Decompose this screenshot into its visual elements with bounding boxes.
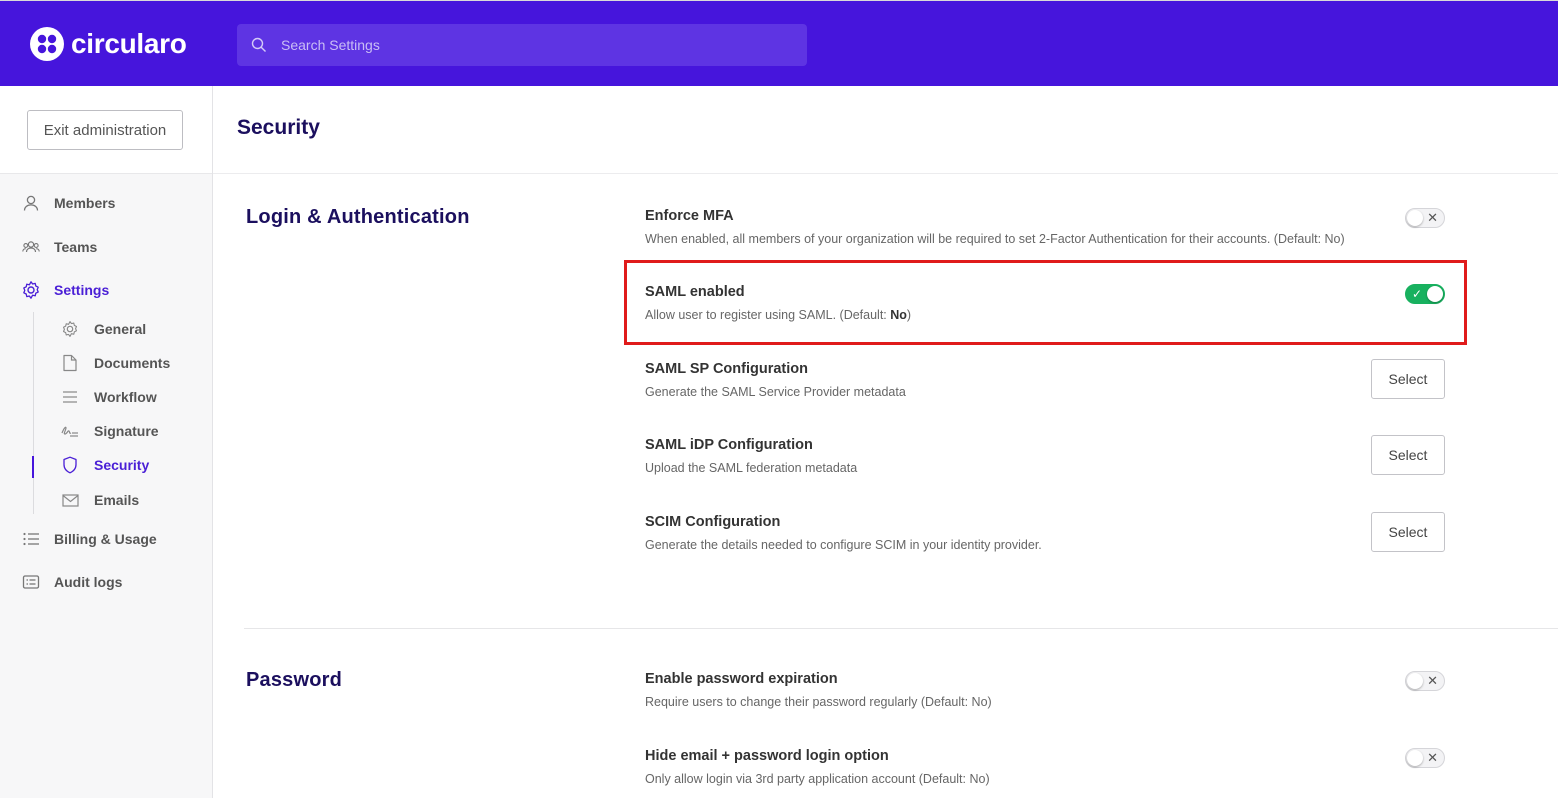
sidebar-subitem-signature[interactable]: Signature bbox=[60, 421, 159, 441]
sidebar-subitem-documents[interactable]: Documents bbox=[60, 353, 170, 373]
gear-icon bbox=[20, 279, 42, 301]
setting-label: Hide email + password login option bbox=[645, 748, 889, 764]
sidebar-item-label: Audit logs bbox=[54, 574, 123, 590]
setting-label: Enforce MFA bbox=[645, 208, 734, 224]
close-icon: ✕ bbox=[1427, 750, 1438, 765]
sidebar-item-label: Billing & Usage bbox=[54, 531, 157, 547]
setting-description: When enabled, all members of your organi… bbox=[645, 232, 1345, 246]
sidebar-subitem-emails[interactable]: Emails bbox=[60, 490, 139, 510]
signature-icon bbox=[60, 421, 80, 441]
log-icon bbox=[20, 571, 42, 593]
toggle-knob bbox=[1407, 673, 1423, 689]
sidebar-subitem-label: Signature bbox=[94, 423, 159, 439]
section-title-login-authentication: Login & Authentication bbox=[246, 206, 470, 228]
envelope-icon bbox=[60, 490, 80, 510]
sidebar-subitem-label: Security bbox=[94, 457, 150, 473]
exit-area: Exit administration bbox=[0, 86, 212, 174]
setting-hide-email-password-login: Hide email + password login option Only … bbox=[645, 748, 1465, 786]
shield-icon bbox=[60, 455, 80, 475]
sidebar-subitem-general[interactable]: General bbox=[60, 319, 146, 339]
setting-password-expiration: Enable password expiration Require users… bbox=[645, 671, 1465, 709]
setting-saml-idp-configuration: SAML iDP Configuration Upload the SAML f… bbox=[645, 435, 1465, 475]
section-title-password: Password bbox=[246, 669, 343, 691]
setting-description: Upload the SAML federation metadata bbox=[645, 461, 858, 475]
password-expiration-toggle[interactable]: ✕ bbox=[1405, 671, 1445, 691]
sidebar-subitem-label: Workflow bbox=[94, 389, 157, 405]
lines-icon bbox=[60, 387, 80, 407]
hide-email-login-toggle[interactable]: ✕ bbox=[1405, 748, 1445, 768]
list-icon bbox=[20, 528, 42, 550]
users-icon bbox=[20, 236, 42, 258]
sidebar-subitem-workflow[interactable]: Workflow bbox=[60, 387, 157, 407]
sidebar-item-audit-logs[interactable]: Audit logs bbox=[20, 571, 122, 593]
saml-sp-select-button[interactable]: Select bbox=[1371, 359, 1445, 399]
sidebar-subitem-label: General bbox=[94, 321, 147, 337]
sidebar-item-label: Teams bbox=[54, 239, 98, 255]
submenu-line bbox=[33, 312, 34, 514]
scim-select-button[interactable]: Select bbox=[1371, 512, 1445, 552]
circularo-logo-icon bbox=[30, 27, 64, 61]
sidebar-item-label: Members bbox=[54, 195, 116, 211]
sidebar: Exit administration Members Teams Settin… bbox=[0, 86, 213, 798]
search-icon bbox=[251, 37, 266, 52]
top-bar: circularo bbox=[0, 0, 1558, 86]
gear-icon bbox=[60, 319, 80, 339]
sidebar-subitem-label: Emails bbox=[94, 492, 140, 508]
setting-description: Generate the details needed to configure… bbox=[645, 538, 1042, 552]
sidebar-item-members[interactable]: Members bbox=[20, 192, 115, 214]
setting-label: SAML iDP Configuration bbox=[645, 437, 813, 453]
setting-label: Enable password expiration bbox=[645, 671, 838, 687]
setting-description: Generate the SAML Service Provider metad… bbox=[645, 385, 906, 399]
sidebar-item-label: Settings bbox=[54, 282, 110, 298]
sidebar-item-teams[interactable]: Teams bbox=[20, 236, 97, 258]
section-divider bbox=[244, 628, 1558, 629]
setting-label: SAML SP Configuration bbox=[645, 361, 808, 377]
exit-administration-button[interactable]: Exit administration bbox=[27, 110, 183, 150]
page-title: Security bbox=[237, 116, 320, 139]
toggle-knob bbox=[1407, 750, 1423, 766]
sidebar-item-billing[interactable]: Billing & Usage bbox=[20, 528, 157, 550]
highlight-box bbox=[624, 260, 1467, 345]
sidebar-subitem-security[interactable]: Security bbox=[60, 455, 149, 475]
search-input[interactable] bbox=[281, 37, 781, 53]
document-icon bbox=[60, 353, 80, 373]
page-header: Security bbox=[213, 86, 1558, 174]
close-icon: ✕ bbox=[1427, 673, 1438, 688]
logo[interactable]: circularo bbox=[30, 27, 187, 61]
setting-label: SCIM Configuration bbox=[645, 514, 781, 530]
saml-idp-select-button[interactable]: Select bbox=[1371, 435, 1445, 475]
setting-enforce-mfa: Enforce MFA When enabled, all members of… bbox=[645, 208, 1465, 246]
user-icon bbox=[20, 192, 42, 214]
app-name: circularo bbox=[71, 28, 187, 59]
enforce-mfa-toggle[interactable]: ✕ bbox=[1405, 208, 1445, 228]
submenu-active-indicator bbox=[32, 456, 34, 478]
close-icon: ✕ bbox=[1427, 210, 1438, 225]
setting-description: Require users to change their password r… bbox=[645, 695, 992, 709]
search-box[interactable] bbox=[237, 24, 807, 66]
setting-saml-sp-configuration: SAML SP Configuration Generate the SAML … bbox=[645, 359, 1465, 399]
setting-scim-configuration: SCIM Configuration Generate the details … bbox=[645, 512, 1465, 552]
setting-description: Only allow login via 3rd party applicati… bbox=[645, 772, 990, 786]
toggle-knob bbox=[1407, 210, 1423, 226]
sidebar-item-settings[interactable]: Settings bbox=[20, 279, 109, 301]
sidebar-subitem-label: Documents bbox=[94, 355, 171, 371]
